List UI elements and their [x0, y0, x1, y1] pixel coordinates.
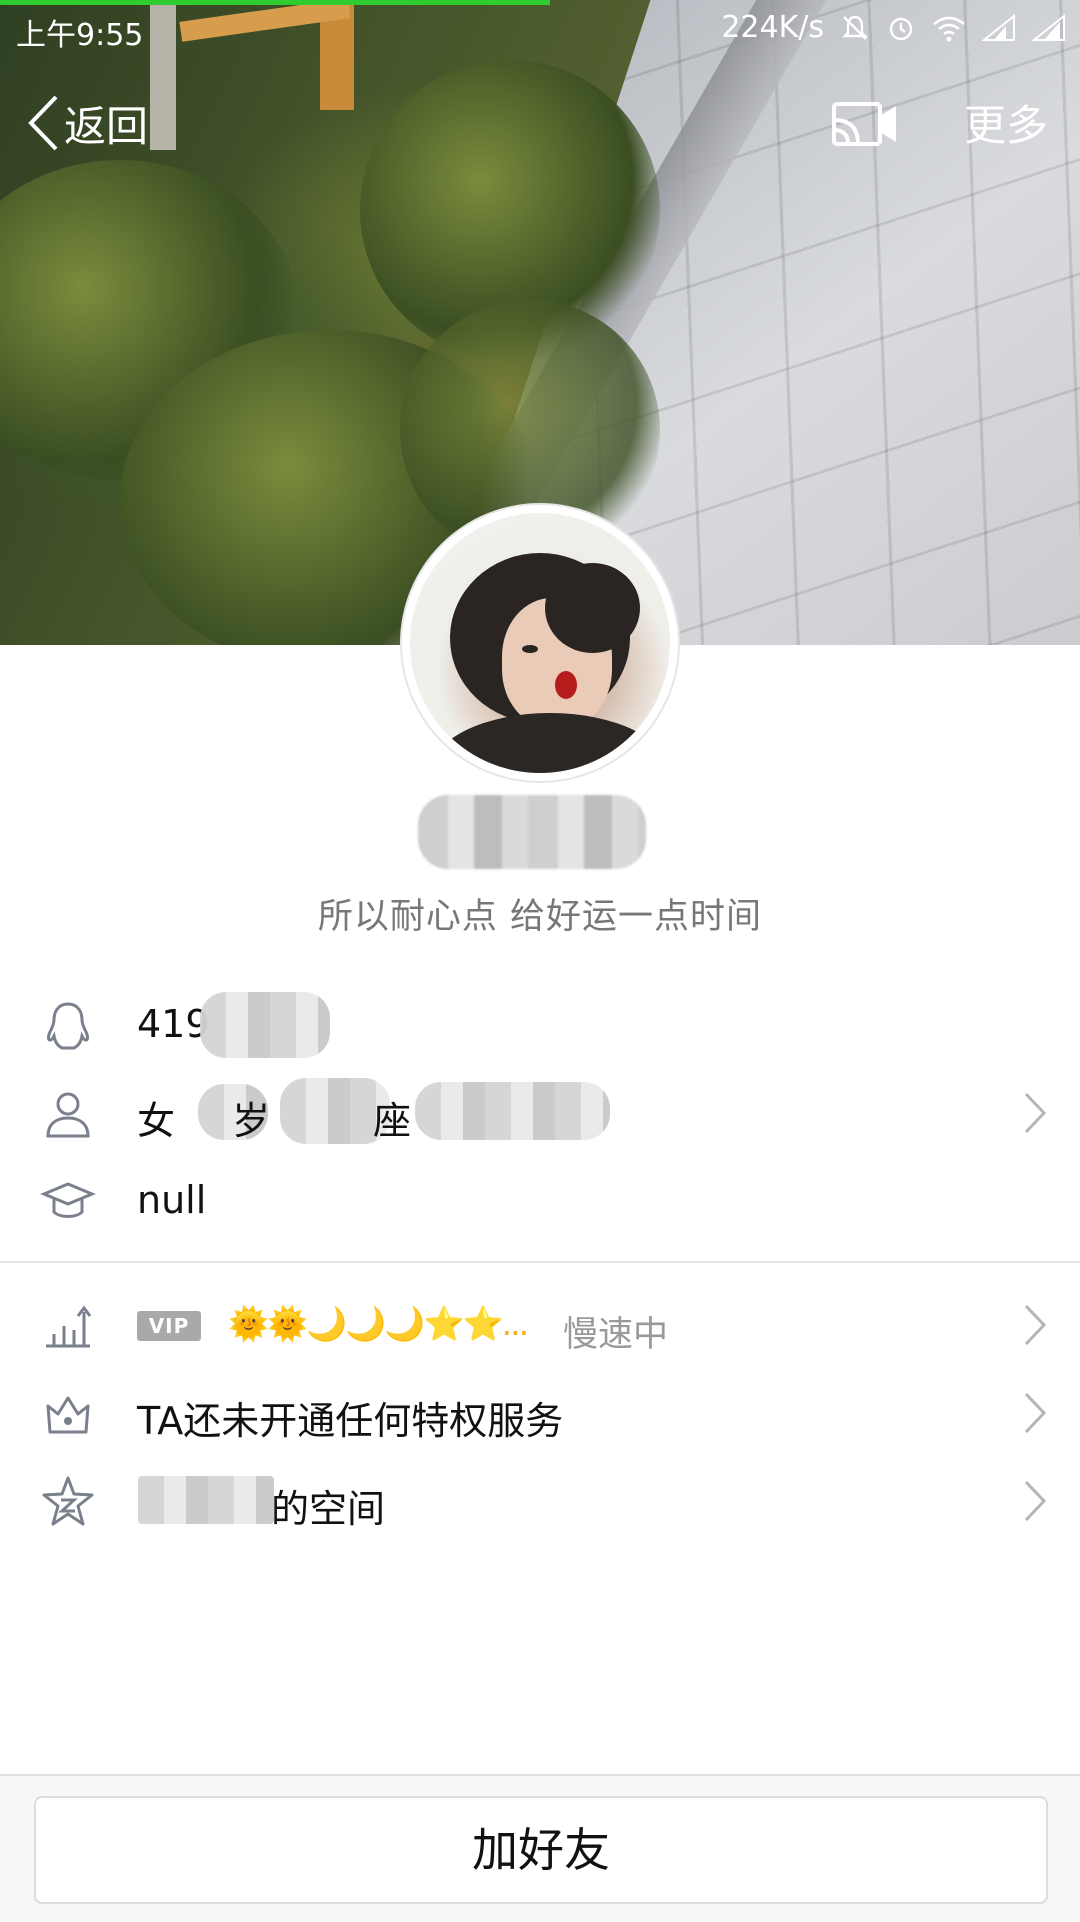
privilege-text: TA还未开通任何特权服务: [137, 1399, 564, 1443]
signal-icon: [1032, 13, 1065, 41]
avatar-photo: [410, 513, 670, 773]
mute-bell-icon: [842, 15, 868, 40]
school-row: null: [0, 1158, 1080, 1244]
nav-bar: 返回 更多: [0, 88, 1080, 158]
qq-number-row: 419: [0, 982, 1080, 1068]
redaction: [200, 992, 330, 1058]
chevron-right-icon: [1024, 1480, 1047, 1522]
level-chart-icon: [46, 1305, 92, 1348]
avatar[interactable]: [402, 505, 678, 781]
avatar-sweater: [430, 713, 670, 773]
penguin-icon: [47, 1002, 89, 1050]
redaction: [415, 1082, 610, 1140]
person-icon: [46, 1092, 90, 1138]
status-time: 上午9:55: [16, 18, 144, 53]
network-speed: 224K/s: [721, 10, 824, 45]
back-button[interactable]: 返回: [26, 88, 148, 158]
status-icons: 224K/s: [721, 10, 1066, 45]
avatar-mouth: [555, 671, 577, 699]
add-friend-button[interactable]: 加好友: [34, 1796, 1048, 1904]
level-icons: 🌞🌞🌙🌙🌙⭐⭐...: [228, 1304, 529, 1343]
section-divider: [0, 1261, 1080, 1263]
signal-icon: [982, 13, 1015, 41]
screen-cast-icon: [832, 102, 896, 146]
level-row[interactable]: VIP 🌞🌞🌙🌙🌙⭐⭐... 慢速中: [0, 1282, 1080, 1368]
chevron-left-icon: [28, 95, 58, 151]
crown-icon: [46, 1396, 90, 1434]
profile-signature: 所以耐心点 给好运一点时间: [317, 897, 763, 937]
bottom-action-bar: 加好友: [0, 1774, 1080, 1922]
nickname-redacted: [418, 795, 646, 869]
space-label: 的空间: [271, 1487, 386, 1531]
chevron-right-icon: [1024, 1304, 1047, 1346]
screen-cast-button[interactable]: [830, 90, 900, 156]
status-bar: 上午9:55 224K/s: [0, 0, 1080, 56]
chevron-right-icon: [1024, 1092, 1047, 1134]
qzone-row[interactable]: 的空间: [0, 1458, 1080, 1544]
more-button[interactable]: 更多: [964, 92, 1048, 153]
qq-number: 419: [137, 1002, 210, 1046]
avatar-eye: [522, 645, 538, 653]
page-load-progress: [0, 0, 550, 5]
vip-badge: VIP: [137, 1311, 201, 1341]
school-value: null: [137, 1178, 207, 1222]
alarm-icon: [889, 17, 913, 40]
level-status: 慢速中: [563, 1315, 669, 1355]
age-suffix: 岁: [232, 1099, 271, 1143]
wifi-icon: [933, 16, 965, 41]
back-label: 返回: [64, 101, 149, 151]
graduation-cap-icon: [40, 1182, 96, 1218]
chevron-right-icon: [1024, 1392, 1047, 1434]
gender: 女: [137, 1099, 176, 1143]
privilege-row[interactable]: TA还未开通任何特权服务: [0, 1370, 1080, 1456]
avatar-hand: [545, 563, 640, 653]
qzone-star-icon: [42, 1476, 94, 1526]
zodiac-suffix: 座: [373, 1099, 412, 1143]
basic-info-row[interactable]: 女 岁 座: [0, 1070, 1080, 1156]
redaction: [138, 1476, 274, 1524]
